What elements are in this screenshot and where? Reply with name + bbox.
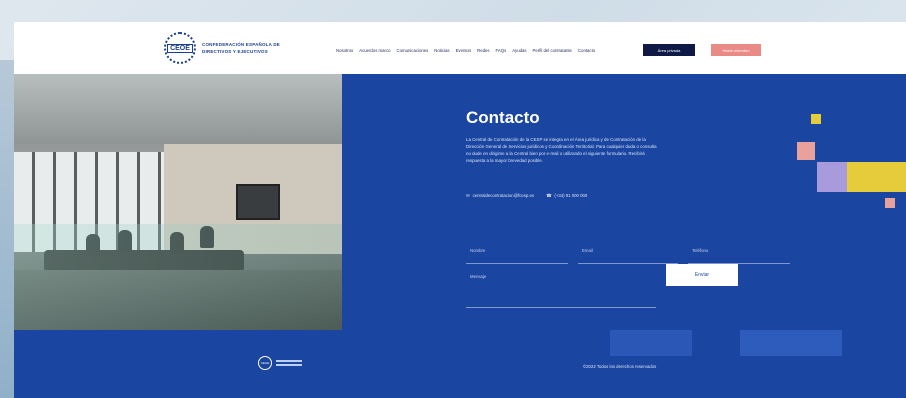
nav-item[interactable]: Redes (477, 48, 489, 53)
contact-title: Contacto (466, 108, 540, 127)
logo-line-1: CONFEDERACIÓN ESPAÑOLA DE (202, 42, 281, 47)
background-accent (0, 60, 14, 398)
phone-text: (+34) 91 000 000 (554, 193, 588, 198)
contact-info: ✉ centraldecontratacion@fcesp.es ☎ (+34) 9… (466, 193, 587, 199)
footer-logo-emblem-icon: CEOE (258, 356, 272, 370)
nav-item[interactable]: Perfil del contratante (533, 48, 572, 53)
website-page: CEOE CONFEDERACIÓN ESPAÑOLA DE DIRECTIVO… (14, 22, 906, 398)
copyright-text: ©2022 Todos los derechos reservados (583, 364, 657, 369)
nav-item[interactable]: Nosotros (336, 48, 353, 53)
decor-square-pink (797, 142, 815, 160)
photo-screen (236, 184, 280, 220)
logo-text: CONFEDERACIÓN ESPAÑOLA DE DIRECTIVOS Y E… (202, 42, 280, 54)
nav-item[interactable]: Acuerdos marco (359, 48, 390, 53)
decor-square-yellow (811, 114, 821, 124)
nav-item[interactable]: Noticias (434, 48, 449, 53)
phone-field[interactable]: Teléfono (688, 244, 790, 264)
footer-logo[interactable]: CEOE (258, 356, 302, 370)
photo-glass-railing (14, 224, 342, 330)
contact-section: Contacto La Central de Contratación de l… (14, 74, 906, 398)
nav-item[interactable]: Ayudas (512, 48, 526, 53)
phone-link[interactable]: ☎ (+34) 91 000 000 (546, 193, 587, 199)
name-placeholder: Nombre (470, 248, 486, 253)
decor-block-blue (610, 330, 692, 356)
email-link[interactable]: ✉ centraldecontratacion@fcesp.es (466, 193, 534, 199)
decor-square-pink-small (885, 198, 895, 208)
main-nav: Nosotros Acuerdos marco Comunicaciones N… (336, 48, 595, 53)
decor-block-blue (740, 330, 842, 356)
nav-item[interactable]: FAQs (496, 48, 507, 53)
footer-logo-text (276, 360, 302, 366)
email-field[interactable]: Email (578, 244, 678, 264)
nav-item[interactable]: Eventos (456, 48, 472, 53)
mail-icon: ✉ (466, 193, 470, 198)
footer-logo-badge: CEOE (260, 361, 270, 365)
message-placeholder: Mensaje (470, 274, 487, 279)
nav-item[interactable]: Comunicaciones (397, 48, 429, 53)
send-button[interactable]: Enviar (666, 264, 738, 286)
decor-square-lavender (817, 162, 847, 192)
logo-emblem-icon: CEOE (164, 32, 196, 64)
phone-icon: ☎ (546, 193, 552, 198)
email-placeholder: Email (582, 248, 593, 253)
message-field[interactable]: Mensaje (466, 270, 656, 308)
logo-line-2: DIRECTIVOS Y EJECUTIVOS (202, 49, 268, 54)
nav-item[interactable]: Contacto (578, 48, 595, 53)
contact-description: La Central de Contratación de la CESP se… (466, 137, 657, 163)
name-field[interactable]: Nombre (466, 244, 568, 264)
phone-placeholder: Teléfono (692, 248, 709, 253)
photo-ceiling (14, 74, 342, 144)
site-header: CEOE CONFEDERACIÓN ESPAÑOLA DE DIRECTIVO… (14, 22, 906, 74)
logo-badge: CEOE (167, 43, 193, 53)
site-logo[interactable]: CEOE CONFEDERACIÓN ESPAÑOLA DE DIRECTIVO… (164, 32, 280, 64)
email-text: centraldecontratacion@fcesp.es (472, 193, 535, 198)
join-button[interactable]: Hazte miembro (711, 44, 761, 56)
private-area-button[interactable]: Área privada (643, 44, 695, 56)
decor-block-yellow (847, 162, 906, 192)
office-photo (14, 74, 342, 330)
